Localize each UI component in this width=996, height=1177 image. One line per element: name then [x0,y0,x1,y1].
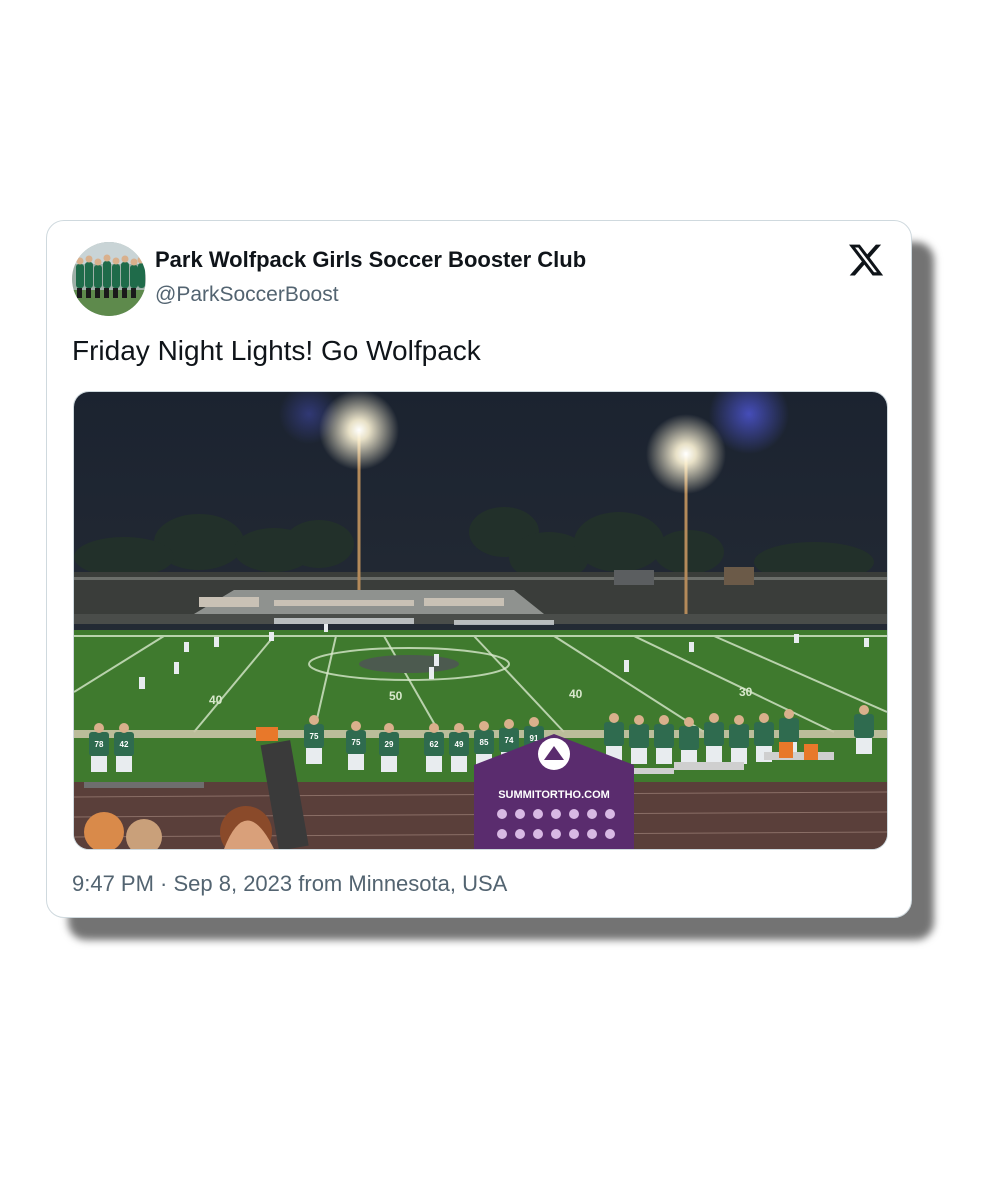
football-field-photo: 40 50 40 30 78 42 75 75 29 62 49 85 74 9… [74,392,887,849]
tweet-card[interactable]: Park Wolfpack Girls Soccer Booster Club … [46,220,912,918]
x-logo-icon[interactable] [847,241,885,279]
avatar[interactable] [72,242,146,316]
jersey-number: 74 [505,736,514,745]
tweet-timestamp[interactable]: 9:47 PM · Sep 8, 2023 from Minnesota, US… [72,871,507,897]
tent-text: SUMMITORTHO.COM [498,789,610,801]
yard-marker: 50 [389,689,403,703]
display-name[interactable]: Park Wolfpack Girls Soccer Booster Club [155,247,586,273]
jersey-number: 62 [430,740,439,749]
user-handle[interactable]: @ParkSoccerBoost [155,283,339,307]
yard-marker: 40 [569,687,583,701]
jersey-number: 29 [385,740,394,749]
jersey-number: 78 [95,740,104,749]
jersey-number: 42 [120,740,129,749]
jersey-number: 49 [455,740,464,749]
tweet-media-photo[interactable]: 40 50 40 30 78 42 75 75 29 62 49 85 74 9… [73,391,888,850]
jersey-number: 75 [352,738,361,747]
avatar-photo [72,242,146,316]
yard-marker: 40 [209,693,223,707]
tweet-text: Friday Night Lights! Go Wolfpack [72,335,481,366]
jersey-number: 75 [310,732,319,741]
jersey-number: 85 [480,738,489,747]
yard-marker: 30 [739,685,753,699]
